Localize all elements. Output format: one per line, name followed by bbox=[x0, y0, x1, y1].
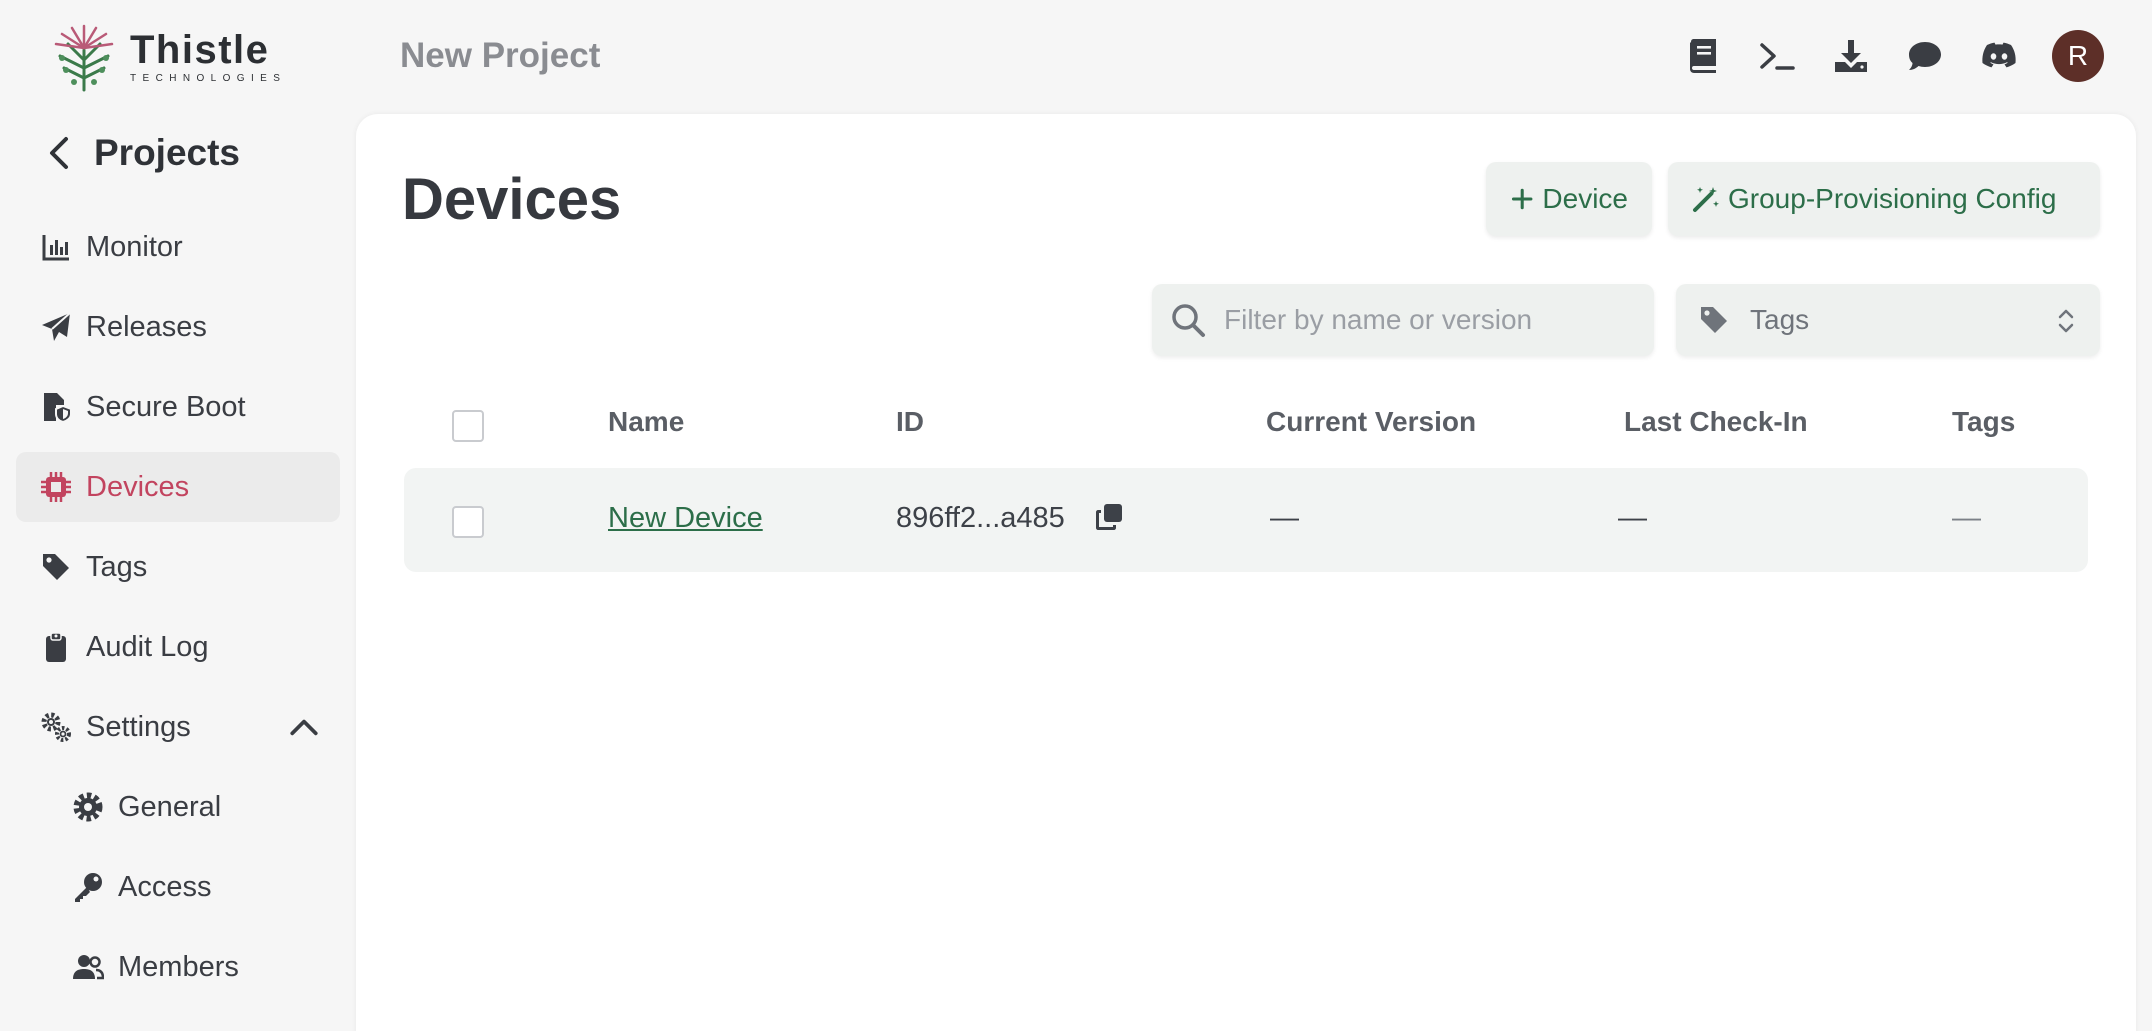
back-to-projects-button[interactable]: Projects bbox=[44, 132, 240, 174]
projects-label: Projects bbox=[94, 132, 241, 173]
brand-subtitle: TECHNOLOGIES bbox=[130, 72, 287, 84]
group-provisioning-config-label: Group-Provisioning Config bbox=[1728, 183, 2057, 214]
tags-select-value: Tags bbox=[1750, 304, 1810, 335]
terminal-icon bbox=[1760, 43, 1795, 70]
sidebar-item-members[interactable]: Members bbox=[16, 932, 340, 1002]
sidebar-item-devices[interactable]: Devices bbox=[16, 452, 340, 522]
device-last-check-in: — bbox=[1618, 502, 1647, 534]
discord-button[interactable] bbox=[1980, 37, 2018, 75]
app-root: Thistle TECHNOLOGIES Projects Monitor Re… bbox=[0, 0, 2152, 1031]
discord-icon bbox=[1982, 42, 2016, 68]
header-toolbar: R bbox=[1648, 30, 2104, 82]
sidebar-item-label: Settings bbox=[86, 710, 191, 743]
clipboard-icon bbox=[46, 632, 66, 662]
add-device-label: Device bbox=[1542, 183, 1628, 214]
sidebar-item-releases[interactable]: Releases bbox=[16, 292, 340, 362]
sidebar-item-tags[interactable]: Tags bbox=[16, 532, 340, 602]
chat-button[interactable] bbox=[1906, 37, 1944, 75]
page-title: Devices bbox=[402, 167, 622, 232]
docs-button[interactable] bbox=[1684, 37, 1722, 75]
sidebar-item-label: General bbox=[118, 790, 222, 823]
sidebar-item-settings[interactable]: Settings bbox=[16, 692, 340, 762]
sidebar-item-label: Members bbox=[118, 950, 239, 983]
search-icon bbox=[1172, 304, 1205, 337]
row-checkbox[interactable] bbox=[452, 506, 484, 538]
chart-icon bbox=[42, 235, 69, 261]
users-icon bbox=[73, 955, 104, 980]
brand-name: Thistle bbox=[130, 27, 270, 72]
project-title: New Project bbox=[400, 36, 601, 75]
sidebar-item-audit-log[interactable]: Audit Log bbox=[16, 612, 340, 682]
device-id: 896ff2...a485 bbox=[896, 502, 1065, 534]
chat-icon bbox=[1909, 42, 1941, 70]
download-icon bbox=[1835, 40, 1867, 72]
paper-plane-icon bbox=[42, 312, 71, 341]
sidebar: Thistle TECHNOLOGIES Projects Monitor Re… bbox=[0, 0, 356, 1031]
sidebar-item-general[interactable]: General bbox=[16, 772, 340, 842]
sidebar-item-label: Tags bbox=[86, 550, 148, 583]
column-header-name[interactable]: Name bbox=[608, 406, 684, 438]
download-button[interactable] bbox=[1832, 37, 1870, 75]
device-current-version: — bbox=[1270, 502, 1299, 534]
sidebar-item-monitor[interactable]: Monitor bbox=[16, 212, 340, 282]
chevron-up-down-icon bbox=[2058, 309, 2074, 333]
gears-icon bbox=[41, 712, 71, 742]
sidebar-item-secure-boot[interactable]: Secure Boot bbox=[16, 372, 340, 442]
book-icon bbox=[1690, 39, 1716, 73]
device-name-link[interactable]: New Device bbox=[608, 502, 763, 535]
table-row: New Device 896ff2...a485 — — — bbox=[404, 468, 2088, 572]
column-header-last-check-in[interactable]: Last Check-In bbox=[1624, 406, 1808, 438]
device-tags: — bbox=[1952, 502, 1981, 534]
logo[interactable]: Thistle TECHNOLOGIES bbox=[46, 20, 286, 92]
magic-wand-icon bbox=[1693, 187, 1719, 212]
sidebar-item-label: Releases bbox=[86, 310, 207, 343]
search-box bbox=[1152, 284, 1654, 356]
tags-filter-select[interactable]: Tags bbox=[1676, 284, 2100, 356]
column-header-current-version[interactable]: Current Version bbox=[1266, 406, 1476, 438]
sidebar-item-label: Secure Boot bbox=[86, 390, 246, 423]
add-device-button[interactable]: Device bbox=[1486, 162, 1652, 236]
select-all-checkbox[interactable] bbox=[452, 410, 484, 442]
chevron-left-icon bbox=[50, 137, 68, 169]
search-input[interactable] bbox=[1224, 304, 1644, 336]
key-icon bbox=[75, 873, 102, 902]
sidebar-item-label: Devices bbox=[86, 470, 190, 503]
file-shield-icon bbox=[44, 393, 72, 423]
column-header-id[interactable]: ID bbox=[896, 406, 924, 438]
chip-icon bbox=[41, 472, 71, 502]
sidebar-item-label: Access bbox=[118, 870, 212, 903]
thistle-logo-icon bbox=[54, 24, 114, 92]
column-header-tags[interactable]: Tags bbox=[1952, 406, 2015, 438]
group-provisioning-config-button[interactable]: Group-Provisioning Config bbox=[1668, 162, 2100, 236]
plus-icon bbox=[1511, 188, 1533, 210]
terminal-button[interactable] bbox=[1758, 37, 1796, 75]
sidebar-item-label: Audit Log bbox=[86, 630, 209, 663]
gear-icon bbox=[73, 792, 103, 822]
chevron-up-icon[interactable] bbox=[288, 712, 320, 744]
copy-icon[interactable] bbox=[1094, 502, 1124, 532]
sidebar-item-label: Monitor bbox=[86, 230, 183, 263]
avatar[interactable]: R bbox=[2052, 30, 2104, 82]
tag-icon bbox=[1701, 307, 1727, 333]
sidebar-item-access[interactable]: Access bbox=[16, 852, 340, 922]
tag-icon bbox=[43, 554, 69, 580]
main-content: Devices Device Group-Provisioning Config bbox=[356, 114, 2136, 1031]
